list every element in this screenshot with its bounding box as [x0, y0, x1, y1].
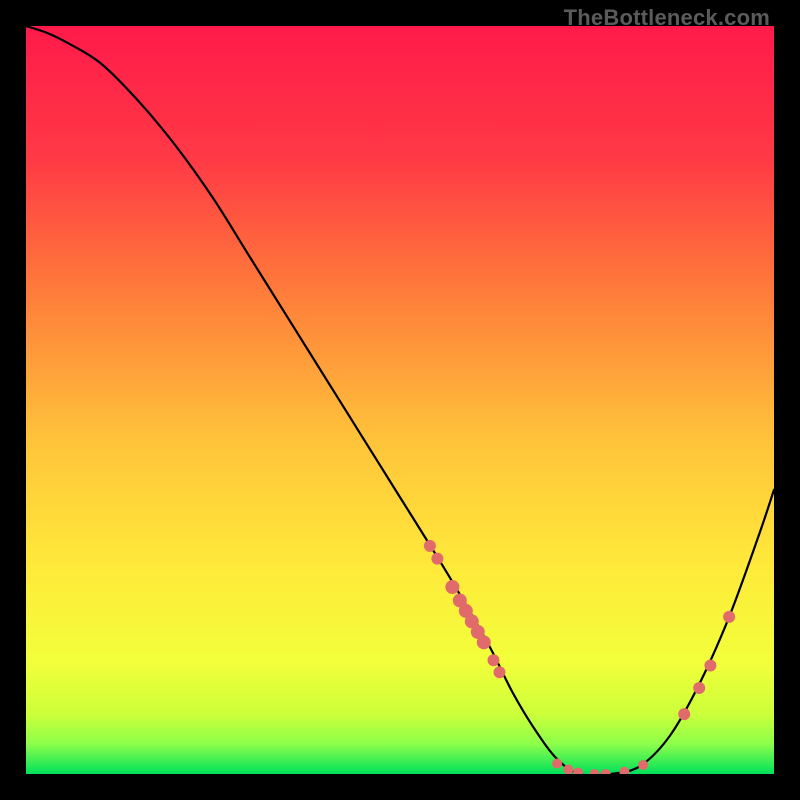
highlight-point	[445, 580, 459, 594]
chart-frame	[26, 26, 774, 774]
highlight-point	[678, 708, 690, 720]
highlight-point	[704, 660, 716, 672]
highlight-point	[638, 760, 648, 770]
highlight-point	[488, 654, 500, 666]
highlight-point	[431, 553, 443, 565]
highlight-point	[723, 611, 735, 623]
highlight-point	[552, 759, 562, 769]
highlight-point	[693, 682, 705, 694]
highlight-point	[477, 635, 491, 649]
bottleneck-chart	[26, 26, 774, 774]
highlight-point	[424, 540, 436, 552]
watermark-text: TheBottleneck.com	[564, 5, 770, 31]
gradient-background	[26, 26, 774, 774]
highlight-point	[493, 666, 505, 678]
